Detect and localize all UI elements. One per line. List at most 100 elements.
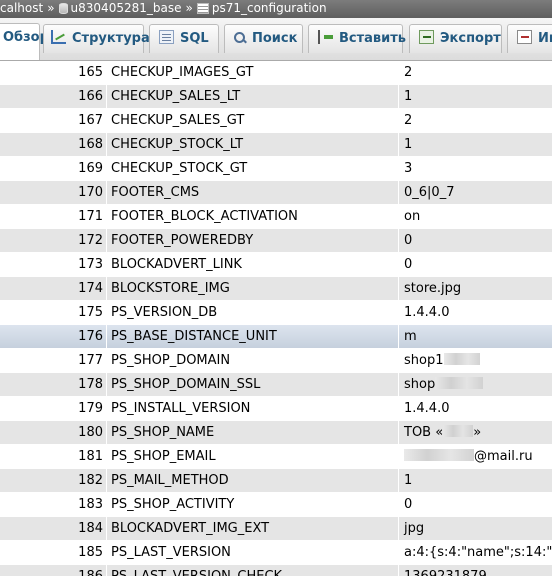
cell-value[interactable]: 1 bbox=[398, 133, 552, 156]
row-actions[interactable] bbox=[0, 133, 39, 156]
table-row[interactable]: 172 FOOTER_POWEREDBY 0 bbox=[0, 229, 552, 253]
cell-value[interactable]: 1.4.4.0 bbox=[398, 301, 552, 324]
table-row[interactable]: 170 FOOTER_CMS 0_6|0_7 bbox=[0, 181, 552, 205]
cell-value[interactable]: 3 bbox=[398, 157, 552, 180]
cell-value[interactable]: m bbox=[398, 325, 552, 348]
cell-value[interactable]: 0 bbox=[398, 253, 552, 276]
cell-name[interactable]: PS_LAST_VERSION_CHECK bbox=[106, 565, 398, 576]
cell-name[interactable]: PS_MAIL_METHOD bbox=[106, 469, 398, 492]
row-actions[interactable] bbox=[0, 277, 39, 300]
cell-name[interactable]: PS_SHOP_NAME bbox=[106, 421, 398, 444]
row-actions[interactable] bbox=[0, 373, 39, 396]
cell-value[interactable]: on bbox=[398, 205, 552, 228]
row-actions[interactable] bbox=[0, 229, 39, 252]
table-row[interactable]: 186 PS_LAST_VERSION_CHECK 1369231879 bbox=[0, 565, 552, 576]
table-row[interactable]: 175 PS_VERSION_DB 1.4.4.0 bbox=[0, 301, 552, 325]
cell-id[interactable]: 184 bbox=[39, 517, 105, 540]
cell-value[interactable]: 2 bbox=[398, 109, 552, 132]
cell-id[interactable]: 186 bbox=[39, 565, 105, 576]
row-actions[interactable] bbox=[0, 469, 39, 492]
cell-value[interactable]: shop bbox=[398, 373, 552, 396]
row-actions[interactable] bbox=[0, 517, 39, 540]
row-actions[interactable] bbox=[0, 541, 39, 564]
table-row[interactable]: 183 PS_SHOP_ACTIVITY 0 bbox=[0, 493, 552, 517]
cell-id[interactable]: 179 bbox=[39, 397, 105, 420]
row-actions[interactable] bbox=[0, 445, 39, 468]
cell-id[interactable]: 180 bbox=[39, 421, 105, 444]
table-row[interactable]: 180 PS_SHOP_NAME ТОВ « » bbox=[0, 421, 552, 445]
tab-structure[interactable]: Структура bbox=[43, 24, 150, 53]
table-row[interactable]: 168 CHECKUP_STOCK_LT 1 bbox=[0, 133, 552, 157]
cell-id[interactable]: 177 bbox=[39, 349, 105, 372]
cell-name[interactable]: FOOTER_CMS bbox=[106, 181, 398, 204]
row-actions[interactable] bbox=[0, 421, 39, 444]
row-actions[interactable] bbox=[0, 493, 39, 516]
cell-id[interactable]: 185 bbox=[39, 541, 105, 564]
table-row[interactable]: 169 CHECKUP_STOCK_GT 3 bbox=[0, 157, 552, 181]
breadcrumb-server[interactable]: calhost bbox=[0, 0, 43, 17]
cell-id[interactable]: 178 bbox=[39, 373, 105, 396]
row-actions[interactable] bbox=[0, 397, 39, 420]
cell-name[interactable]: BLOCKADVERT_IMG_EXT bbox=[106, 517, 398, 540]
cell-id[interactable]: 174 bbox=[39, 277, 105, 300]
row-actions[interactable] bbox=[0, 181, 39, 204]
cell-value[interactable]: store.jpg bbox=[398, 277, 552, 300]
cell-id[interactable]: 169 bbox=[39, 157, 105, 180]
cell-id[interactable]: 172 bbox=[39, 229, 105, 252]
cell-value[interactable]: 1.4.4.0 bbox=[398, 397, 552, 420]
table-row-marked[interactable]: 176 PS_BASE_DISTANCE_UNIT m bbox=[0, 325, 552, 349]
cell-value[interactable]: shop1 bbox=[398, 349, 552, 372]
cell-id[interactable]: 176 bbox=[39, 325, 105, 348]
cell-name[interactable]: PS_SHOP_EMAIL bbox=[106, 445, 398, 468]
cell-name[interactable]: PS_VERSION_DB bbox=[106, 301, 398, 324]
cell-value[interactable]: 0_6|0_7 bbox=[398, 181, 552, 204]
tab-search[interactable]: Поиск bbox=[224, 24, 303, 53]
cell-name[interactable]: PS_BASE_DISTANCE_UNIT bbox=[106, 325, 398, 348]
cell-id[interactable]: 183 bbox=[39, 493, 105, 516]
table-row[interactable]: 184 BLOCKADVERT_IMG_EXT jpg bbox=[0, 517, 552, 541]
cell-name[interactable]: FOOTER_BLOCK_ACTIVATION bbox=[106, 205, 398, 228]
row-actions[interactable] bbox=[0, 253, 39, 276]
cell-id[interactable]: 171 bbox=[39, 205, 105, 228]
row-actions[interactable] bbox=[0, 565, 39, 576]
cell-value[interactable]: a:4:{s:4:"name";s:14:"1.5. bbox=[398, 541, 552, 564]
cell-value[interactable]: 0 bbox=[398, 493, 552, 516]
table-row[interactable]: 185 PS_LAST_VERSION a:4:{s:4:"name";s:14… bbox=[0, 541, 552, 565]
tab-insert[interactable]: Вставить bbox=[308, 24, 406, 53]
cell-id[interactable]: 182 bbox=[39, 469, 105, 492]
cell-value[interactable]: 2 bbox=[398, 61, 552, 84]
cell-name[interactable]: CHECKUP_IMAGES_GT bbox=[106, 61, 398, 84]
row-actions[interactable] bbox=[0, 85, 39, 108]
cell-id[interactable]: 181 bbox=[39, 445, 105, 468]
cell-id[interactable]: 173 bbox=[39, 253, 105, 276]
cell-value[interactable]: ТОВ « » bbox=[398, 421, 552, 444]
row-actions[interactable] bbox=[0, 325, 39, 348]
cell-id[interactable]: 170 bbox=[39, 181, 105, 204]
cell-name[interactable]: PS_SHOP_DOMAIN_SSL bbox=[106, 373, 398, 396]
table-row[interactable]: 177 PS_SHOP_DOMAIN shop1 bbox=[0, 349, 552, 373]
cell-name[interactable]: PS_SHOP_ACTIVITY bbox=[106, 493, 398, 516]
table-row[interactable]: 166 CHECKUP_SALES_LT 1 bbox=[0, 85, 552, 109]
table-row[interactable]: 165 CHECKUP_IMAGES_GT 2 bbox=[0, 61, 552, 85]
breadcrumb-database[interactable]: u830405281_base bbox=[71, 0, 182, 17]
row-actions[interactable] bbox=[0, 349, 39, 372]
table-row[interactable]: 173 BLOCKADVERT_LINK 0 bbox=[0, 253, 552, 277]
row-actions[interactable] bbox=[0, 61, 39, 84]
table-row[interactable]: 167 CHECKUP_SALES_GT 2 bbox=[0, 109, 552, 133]
row-actions[interactable] bbox=[0, 109, 39, 132]
row-actions[interactable] bbox=[0, 301, 39, 324]
cell-id[interactable]: 167 bbox=[39, 109, 105, 132]
tab-sql[interactable]: SQL bbox=[149, 24, 219, 53]
cell-name[interactable]: CHECKUP_SALES_LT bbox=[106, 85, 398, 108]
table-row[interactable]: 171 FOOTER_BLOCK_ACTIVATION on bbox=[0, 205, 552, 229]
cell-name[interactable]: CHECKUP_STOCK_LT bbox=[106, 133, 398, 156]
cell-id[interactable]: 166 bbox=[39, 85, 105, 108]
cell-name[interactable]: PS_SHOP_DOMAIN bbox=[106, 349, 398, 372]
cell-value[interactable]: 1 bbox=[398, 469, 552, 492]
cell-value[interactable]: jpg bbox=[398, 517, 552, 540]
table-row[interactable]: 181 PS_SHOP_EMAIL @mail.ru bbox=[0, 445, 552, 469]
cell-name[interactable]: FOOTER_POWEREDBY bbox=[106, 229, 398, 252]
cell-name[interactable]: BLOCKADVERT_LINK bbox=[106, 253, 398, 276]
cell-name[interactable]: PS_LAST_VERSION bbox=[106, 541, 398, 564]
cell-id[interactable]: 175 bbox=[39, 301, 105, 324]
